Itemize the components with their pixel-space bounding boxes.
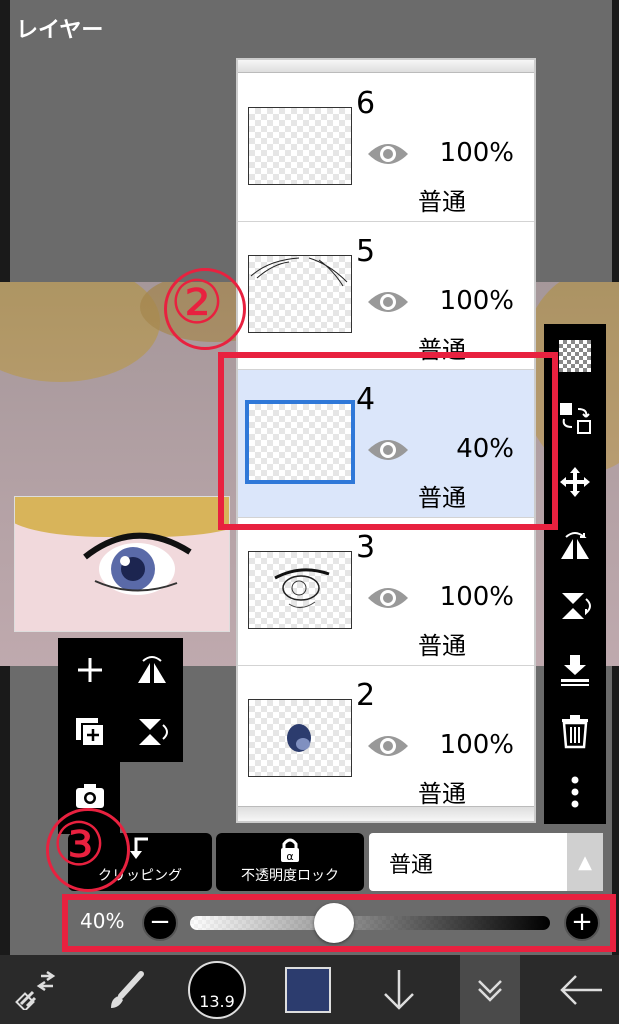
- flip-vertical-canvas-icon[interactable]: [122, 702, 182, 762]
- left-tool-group: [58, 638, 183, 762]
- panel-title: レイヤー: [16, 18, 104, 43]
- brush-icon[interactable]: [92, 955, 162, 1024]
- eye-icon[interactable]: [366, 288, 410, 316]
- reference-image: [14, 496, 230, 632]
- eye-icon[interactable]: [366, 140, 410, 168]
- brush-size-value: 13.9: [199, 991, 235, 1011]
- eye-icon[interactable]: [366, 732, 410, 760]
- bottom-toolbar: 13.9: [0, 955, 619, 1024]
- duplicate-layer-icon[interactable]: [60, 702, 120, 762]
- layer-row-6[interactable]: 6 100% 普通: [238, 74, 534, 222]
- color-swatch-button[interactable]: [280, 955, 336, 1024]
- layer-row-3[interactable]: 3 100% 普通: [238, 518, 534, 666]
- flip-horizontal-canvas-icon[interactable]: [122, 640, 182, 700]
- annotation-number-2: ②: [170, 268, 224, 338]
- layer-number: 6: [356, 86, 376, 121]
- back-arrow-icon[interactable]: [546, 955, 616, 1024]
- triangle-up-icon[interactable]: ▲: [567, 833, 603, 891]
- clipping-arrow-icon: [130, 837, 148, 859]
- svg-text:α: α: [286, 850, 293, 863]
- flip-vertical-icon[interactable]: [544, 578, 606, 634]
- highlight-selected-layer: [218, 352, 558, 530]
- blend-mode-select[interactable]: 普通 ▲: [369, 833, 603, 891]
- layer-thumbnail[interactable]: [248, 107, 352, 185]
- blend-mode-value: 普通: [389, 853, 434, 878]
- brush-size-button[interactable]: 13.9: [186, 955, 248, 1024]
- highlight-opacity-slider: [62, 894, 616, 952]
- trash-icon[interactable]: [544, 704, 606, 760]
- layer-opacity: 100%: [439, 286, 514, 316]
- annotation-number-3: ③: [52, 810, 106, 880]
- layer-blend-mode: 普通: [418, 188, 466, 216]
- lock-icon: α: [281, 838, 299, 863]
- list-bottom-edge: [238, 806, 534, 821]
- layer-row-2[interactable]: 2 100% 普通: [238, 666, 534, 814]
- alpha-lock-label: 不透明度ロック: [241, 868, 339, 884]
- layer-thumbnail[interactable]: [248, 255, 352, 333]
- layer-blend-mode: 普通: [418, 632, 466, 660]
- more-icon[interactable]: [544, 764, 606, 820]
- add-layer-icon[interactable]: [60, 640, 120, 700]
- layer-opacity: 100%: [439, 138, 514, 168]
- layer-thumbnail[interactable]: [248, 551, 352, 629]
- alpha-lock-button[interactable]: α 不透明度ロック: [216, 833, 364, 891]
- layer-opacity: 100%: [439, 582, 514, 612]
- layer-thumbnail[interactable]: [248, 699, 352, 777]
- list-top-edge: [238, 60, 534, 73]
- merge-down-icon[interactable]: [544, 642, 606, 698]
- arrow-down-icon[interactable]: [370, 955, 428, 1024]
- eye-icon[interactable]: [366, 584, 410, 612]
- layer-row-5[interactable]: 5 100% 普通: [238, 222, 534, 370]
- layer-opacity: 100%: [439, 730, 514, 760]
- layer-number: 2: [356, 678, 376, 713]
- transform-icon[interactable]: [0, 955, 74, 1024]
- layer-panel-toggle-icon[interactable]: [460, 955, 520, 1024]
- layer-number: 5: [356, 234, 376, 269]
- layer-number: 3: [356, 530, 376, 565]
- layer-blend-mode: 普通: [418, 780, 466, 808]
